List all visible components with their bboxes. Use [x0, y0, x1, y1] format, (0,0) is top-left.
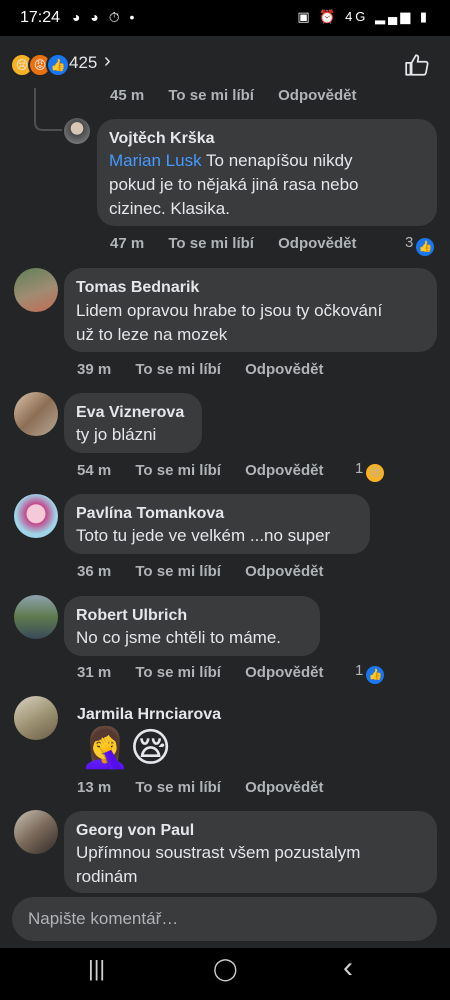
comment-text: Upřímnou soustrast všem pozustalym rodin… — [76, 843, 361, 886]
status-bar: 17:24 ◕ ◕ ⏱ • ▣ ⏰ 4G ▂▄▆ ▮ — [0, 0, 450, 36]
avatar[interactable] — [14, 392, 58, 436]
comment-input[interactable]: Napište komentář… — [12, 897, 437, 941]
avatar[interactable] — [14, 696, 58, 740]
like-reaction-icon: 👍 — [416, 237, 435, 256]
like-button[interactable]: To se mi líbí — [168, 235, 254, 252]
comment-text: Toto tu jede ve velkém ...no super — [76, 526, 331, 545]
avatar[interactable] — [14, 595, 58, 639]
reaction-count: 425 — [69, 53, 98, 72]
reaction-tally[interactable]: 1 😢 — [355, 460, 385, 482]
commenter-name[interactable]: Georg von Paul — [76, 822, 194, 840]
clock: 17:24 — [20, 9, 61, 26]
comment-meta: 13 m To se mi líbí Odpovědět — [77, 779, 343, 796]
commenter-name[interactable]: Eva Viznerova — [76, 404, 184, 422]
like-button[interactable]: To se mi líbí — [135, 563, 221, 580]
reactions-summary[interactable]: 😢 😡 👍 425 › — [0, 38, 450, 88]
reply-button[interactable]: Odpovědět — [245, 563, 323, 580]
comment-text: Lidem opravou hrabe to jsou ty očkování … — [76, 301, 383, 344]
avatar[interactable] — [64, 118, 90, 144]
comment-meta: 31 m To se mi líbí Odpovědět — [77, 664, 343, 681]
mention-link[interactable]: Marian Lusk — [109, 151, 202, 170]
android-nav-bar: ||| ◯ ‹ — [0, 948, 450, 1000]
commenter-name[interactable]: Pavlína Tomankova — [76, 505, 224, 523]
comment-meta: 45 m To se mi líbí Odpovědět — [110, 87, 376, 104]
sad-reaction-icon: 😢 — [366, 463, 385, 482]
like-reaction-icon: 👍 — [366, 665, 385, 684]
commenter-name[interactable]: Tomas Bednarik — [76, 279, 199, 297]
comment-time: 36 m — [77, 563, 112, 580]
comment-bubble: Robert Ulbrich No co jsme chtěli to máme… — [64, 596, 320, 656]
comment-bubble: Tomas Bednarik Lidem opravou hrabe to js… — [64, 268, 437, 352]
chevron-right-icon[interactable]: › — [104, 50, 111, 73]
reply-button[interactable]: Odpovědět — [278, 235, 356, 252]
reply-button[interactable]: Odpovědět — [245, 779, 323, 796]
home-button[interactable]: ◯ — [213, 956, 238, 982]
comment-meta: 39 m To se mi líbí Odpovědět — [77, 361, 343, 378]
like-button[interactable]: To se mi líbí — [135, 462, 221, 479]
reaction-tally[interactable]: 3 👍 — [405, 234, 435, 256]
comment-bubble: Pavlína Tomankova Toto tu jede ve velkém… — [64, 494, 370, 554]
reaction-tally[interactable]: 1 👍 — [355, 662, 385, 684]
reply-button[interactable]: Odpovědět — [245, 462, 323, 479]
comment-time: 54 m — [77, 462, 112, 479]
comment-meta: 54 m To se mi líbí Odpovědět — [77, 462, 343, 479]
comment-bubble: Georg von Paul Upřímnou soustrast všem p… — [64, 811, 437, 893]
comment-bubble: Eva Viznerova ty jo blázni — [64, 393, 202, 453]
comment-bubble: Vojtěch Krška Marian Lusk To nenapíšou n… — [97, 119, 437, 226]
comment-text: ty jo blázni — [76, 425, 157, 444]
commenter-name[interactable]: Robert Ulbrich — [76, 607, 187, 625]
recents-button[interactable]: ||| — [88, 956, 105, 982]
comment-meta: 36 m To se mi líbí Odpovědět — [77, 563, 343, 580]
like-reaction-icon: 👍 — [46, 53, 70, 77]
back-button[interactable]: ‹ — [343, 951, 353, 985]
comment-text: Marian Lusk To nenapíšou nikdy pokud je … — [109, 151, 359, 218]
commenter-name[interactable]: Jarmila Hrnciarova — [77, 706, 221, 724]
comment-time: 47 m — [110, 235, 145, 252]
avatar[interactable] — [14, 268, 58, 312]
like-button[interactable]: To se mi líbí — [135, 779, 221, 796]
comment-time: 45 m — [110, 87, 145, 104]
comment-meta: 47 m To se mi líbí Odpovědět — [110, 235, 376, 252]
comment-text: No co jsme chtěli to máme. — [76, 628, 282, 647]
reply-button[interactable]: Odpovědět — [278, 87, 356, 104]
comment-input-placeholder: Napište komentář… — [28, 909, 179, 928]
reply-button[interactable]: Odpovědět — [245, 664, 323, 681]
commenter-name[interactable]: Vojtěch Krška — [109, 130, 215, 148]
comment-time: 31 m — [77, 664, 112, 681]
avatar[interactable] — [14, 810, 58, 854]
like-button[interactable]: To se mi líbí — [135, 361, 221, 378]
comment-time: 39 m — [77, 361, 112, 378]
reply-button[interactable]: Odpovědět — [245, 361, 323, 378]
avatar[interactable] — [14, 494, 58, 538]
notification-icons: ◕ ◕ ⏱ • — [72, 9, 138, 25]
system-icons: ▣ ⏰ 4G ▂▄▆ ▮ — [297, 9, 430, 24]
like-button[interactable]: To se mi líbí — [168, 87, 254, 104]
comment-time: 13 m — [77, 779, 112, 796]
like-button[interactable]: To se mi líbí — [135, 664, 221, 681]
emoji-comment: 🤦‍♀️😪 — [80, 726, 172, 770]
like-icon[interactable] — [404, 52, 430, 78]
